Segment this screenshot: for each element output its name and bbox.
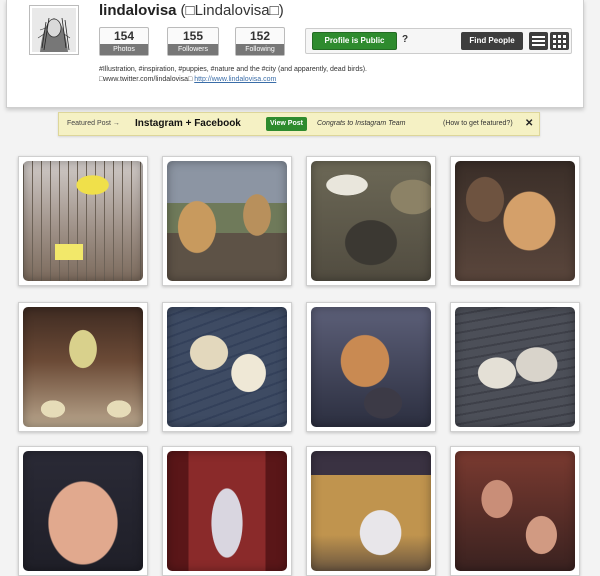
photo-image	[167, 161, 287, 281]
photo-tile[interactable]	[306, 302, 436, 432]
photo-image	[23, 161, 143, 281]
photo-image	[455, 161, 575, 281]
photo-tile[interactable]	[306, 446, 436, 576]
photo-tile[interactable]	[162, 156, 292, 286]
photo-image	[311, 307, 431, 427]
photo-image	[311, 451, 431, 571]
photo-tile[interactable]	[18, 156, 148, 286]
photo-tile[interactable]	[162, 446, 292, 576]
photo-image	[23, 451, 143, 571]
photo-tile[interactable]	[306, 156, 436, 286]
photo-image	[167, 451, 287, 571]
photo-tile[interactable]	[450, 302, 580, 432]
photo-tile[interactable]	[162, 302, 292, 432]
photo-tile[interactable]	[450, 156, 580, 286]
photo-tile[interactable]	[450, 446, 580, 576]
photo-tile[interactable]	[18, 302, 148, 432]
photo-grid	[0, 0, 600, 576]
photo-image	[23, 307, 143, 427]
photo-image	[311, 161, 431, 281]
photo-image	[455, 451, 575, 571]
photo-image	[455, 307, 575, 427]
photo-tile[interactable]	[18, 446, 148, 576]
photo-image	[167, 307, 287, 427]
